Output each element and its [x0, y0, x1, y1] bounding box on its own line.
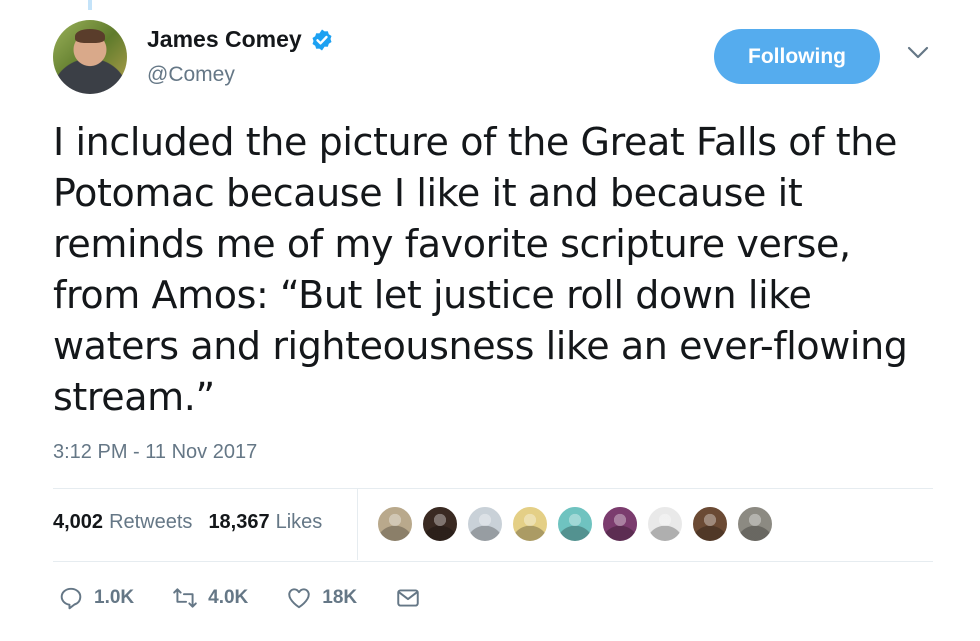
tweet-timestamp[interactable]: 3:12 PM - 11 Nov 2017 [53, 441, 257, 464]
person-avatar-icon[interactable] [736, 505, 774, 543]
retweets-count: 4,002 [53, 511, 104, 533]
tweet-actions: 1.0K 4.0K 18K [58, 585, 459, 611]
thread-line [88, 0, 92, 10]
chevron-down-icon[interactable] [907, 46, 929, 60]
retweet-action[interactable]: 4.0K [172, 585, 248, 611]
liker-avatars [376, 505, 774, 543]
heart-icon [288, 588, 311, 609]
figure-avatar-icon[interactable] [556, 505, 594, 543]
retweets-label: Retweets [109, 511, 193, 533]
engagement-stats: 4,002 Retweets 18,367 Likes [53, 511, 322, 534]
following-button[interactable]: Following [714, 29, 880, 84]
author-avatar[interactable] [53, 20, 127, 94]
likes-label: Likes [275, 511, 323, 533]
retweet-count: 4.0K [208, 587, 249, 608]
illustration-avatar-icon[interactable] [511, 505, 549, 543]
default-avatar-icon[interactable] [466, 505, 504, 543]
person-avatar-icon[interactable] [601, 505, 639, 543]
reply-icon [60, 587, 82, 610]
retweet-icon [173, 588, 197, 608]
direct-message-action[interactable] [395, 585, 421, 611]
reply-count: 1.0K [94, 587, 135, 608]
author-name[interactable]: James Comey [147, 26, 302, 53]
person-avatar-icon[interactable] [421, 505, 459, 543]
like-action[interactable]: 18K [286, 585, 357, 611]
cartoon-avatar-icon[interactable] [646, 505, 684, 543]
stats-separator [357, 489, 358, 560]
stats-top-divider [53, 488, 933, 489]
like-count: 18K [322, 587, 358, 608]
retweets-stat[interactable]: 4,002 Retweets [53, 511, 192, 534]
likes-stat[interactable]: 18,367 Likes [208, 511, 322, 534]
author-handle[interactable]: @Comey [147, 63, 235, 87]
verified-badge-icon [312, 29, 332, 50]
author-name-row: James Comey [147, 26, 334, 53]
stats-bottom-divider [53, 561, 933, 562]
avatar-hair [75, 29, 105, 43]
likes-count: 18,367 [208, 511, 270, 533]
reply-action[interactable]: 1.0K [58, 585, 134, 611]
person-avatar-icon[interactable] [691, 505, 729, 543]
dog-avatar-icon[interactable] [376, 505, 414, 543]
envelope-icon [397, 589, 419, 607]
tweet-text: I included the picture of the Great Fall… [53, 120, 908, 419]
